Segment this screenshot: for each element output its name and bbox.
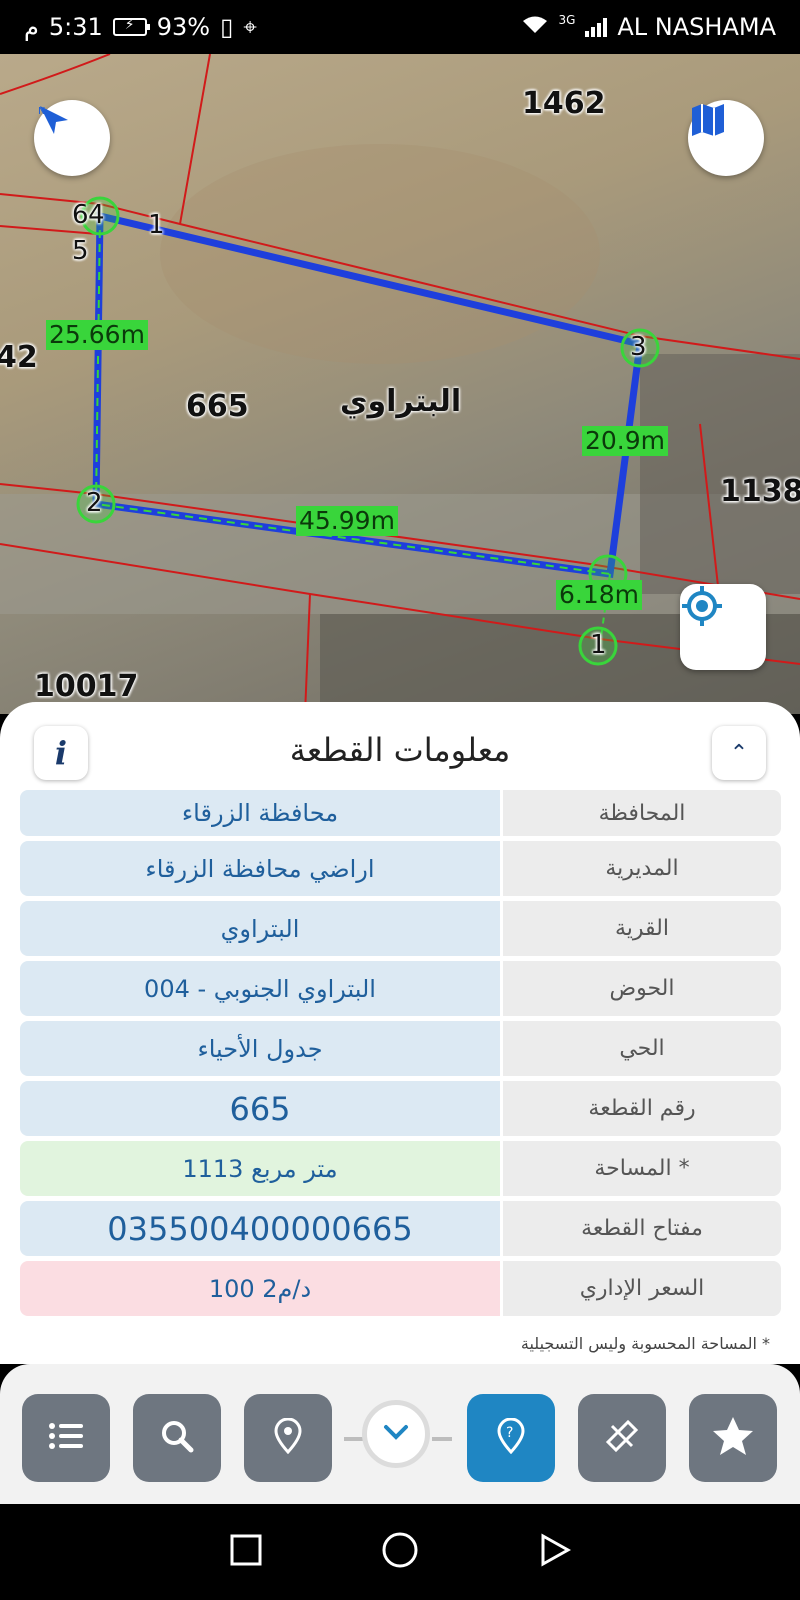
parcel-info-panel: i معلومات القطعة ⌃ محافظة الزرقاء المحاف… (0, 702, 800, 1364)
vertex-label-1: 1 (148, 210, 165, 240)
row-directorate: اراضي محافظة الزرقاء المديرية (20, 841, 781, 896)
vertex-label-5: 5 (72, 236, 89, 266)
info-button[interactable]: i (34, 726, 88, 780)
vibrate-icon: ▯ (220, 13, 234, 41)
battery-percent: 93% (156, 13, 211, 41)
wifi-icon (522, 13, 548, 41)
status-left: م 5:31 ⚡ 93% ▯ ⌖ (24, 13, 257, 41)
parcel-label-665: 665 (186, 389, 249, 424)
label-district: الحي (503, 1021, 781, 1076)
my-location-button[interactable] (680, 584, 766, 670)
value-basin: البتراوي الجنوبي - 004 (20, 961, 500, 1016)
measure-label-left: 25.66m (46, 320, 148, 350)
status-period: م (24, 13, 39, 41)
help-pin-button[interactable]: ? (467, 1394, 555, 1482)
area-footnote: * المساحة المحسوبة وليس التسجيلية (520, 1334, 770, 1353)
row-governorate: محافظة الزرقاء المحافظة (20, 790, 781, 836)
compass-button[interactable]: N (34, 100, 110, 176)
chevron-up-icon: ⌃ (729, 740, 749, 766)
village-label: البتراوي (340, 384, 462, 419)
recent-apps-icon[interactable] (229, 1533, 263, 1571)
chevron-down-icon (383, 1424, 409, 1444)
vertex-label-1b: 1 (590, 630, 607, 660)
row-parcel-number: 665 رقم القطعة (20, 1081, 781, 1136)
signal-icon (585, 17, 608, 37)
label-parcel-number: رقم القطعة (503, 1081, 781, 1136)
list-button[interactable] (22, 1394, 110, 1482)
label-village: القرية (503, 901, 781, 956)
search-icon (160, 1419, 194, 1457)
home-icon[interactable] (381, 1531, 419, 1573)
parcel-label-1462: 1462 (522, 86, 606, 121)
carrier-name: AL NASHAMA (617, 13, 776, 41)
location-pin-icon (273, 1417, 303, 1458)
parcel-label-1138: 1138 (720, 474, 800, 509)
panel-header: i معلومات القطعة ⌃ (0, 702, 800, 798)
label-admin-price: السعر الإداري (503, 1261, 781, 1316)
measure-label-right: 20.9m (582, 426, 669, 456)
label-basin: الحوض (503, 961, 781, 1016)
parcel-label-42: 42 (0, 340, 38, 375)
measure-tool-icon (604, 1418, 640, 1458)
toolbar-divider-right (432, 1437, 452, 1441)
value-village: البتراوي (20, 901, 500, 956)
system-nav-bar (0, 1504, 800, 1600)
bottom-toolbar: ? (0, 1364, 800, 1504)
location-status-icon: ⌖ (243, 13, 257, 41)
value-area: 1113 متر مربع (20, 1141, 500, 1196)
vertex-label-3: 3 (630, 332, 647, 362)
value-parcel-number: 665 (20, 1081, 500, 1136)
label-directorate: المديرية (503, 841, 781, 896)
measure-label-bottom: 45.99m (296, 506, 398, 536)
label-governorate: المحافظة (503, 790, 781, 836)
help-pin-icon: ? (496, 1417, 526, 1458)
row-area: 1113 متر مربع المساحة * (20, 1141, 781, 1196)
terrain-patch (160, 144, 600, 364)
search-button[interactable] (133, 1394, 221, 1482)
row-parcel-key: 035500400000665 مفتاح القطعة (20, 1201, 781, 1256)
map-layers-button[interactable] (688, 100, 764, 176)
favorites-button[interactable] (689, 1394, 777, 1482)
vertex-label-2: 2 (86, 488, 103, 518)
vertex-label-6: 6 (72, 200, 89, 230)
location-pin-button[interactable] (244, 1394, 332, 1482)
measure-label-short: 6.18m (556, 580, 643, 610)
row-village: البتراوي القرية (20, 901, 781, 956)
info-table: محافظة الزرقاء المحافظة اراضي محافظة الز… (20, 790, 781, 1321)
value-directorate: اراضي محافظة الزرقاء (20, 841, 500, 896)
star-icon (710, 1414, 756, 1462)
network-type: 3G (558, 13, 576, 27)
status-time: 5:31 (48, 13, 103, 41)
collapse-button[interactable]: ⌃ (712, 726, 766, 780)
map-view[interactable]: 1462 665 10017 1138 42 البتراوي 25.66m 4… (0, 54, 800, 714)
parcel-label-10017: 10017 (34, 669, 139, 704)
vertex-label-4: 4 (88, 200, 105, 230)
battery-icon: ⚡ (112, 17, 150, 36)
value-admin-price: 100 د/م2 (20, 1261, 500, 1316)
expand-toggle-button[interactable] (362, 1400, 430, 1468)
svg-text:?: ? (506, 1425, 513, 1441)
toolbar-divider-left (344, 1437, 364, 1441)
label-parcel-key: مفتاح القطعة (503, 1201, 781, 1256)
row-admin-price: 100 د/م2 السعر الإداري (20, 1261, 781, 1316)
status-bar: م 5:31 ⚡ 93% ▯ ⌖ 3G AL NASHAMA (0, 0, 800, 54)
status-right: 3G AL NASHAMA (522, 13, 776, 41)
label-area: المساحة * (503, 1141, 781, 1196)
value-governorate: محافظة الزرقاء (20, 790, 500, 836)
back-icon[interactable] (537, 1533, 572, 1571)
row-basin: البتراوي الجنوبي - 004 الحوض (20, 961, 781, 1016)
measure-tool-button[interactable] (578, 1394, 666, 1482)
value-district: جدول الأحياء (20, 1021, 500, 1076)
row-district: جدول الأحياء الحي (20, 1021, 781, 1076)
svg-text:N: N (38, 106, 45, 117)
value-parcel-key: 035500400000665 (20, 1201, 500, 1256)
panel-title: معلومات القطعة (289, 731, 511, 769)
list-icon (48, 1422, 84, 1454)
